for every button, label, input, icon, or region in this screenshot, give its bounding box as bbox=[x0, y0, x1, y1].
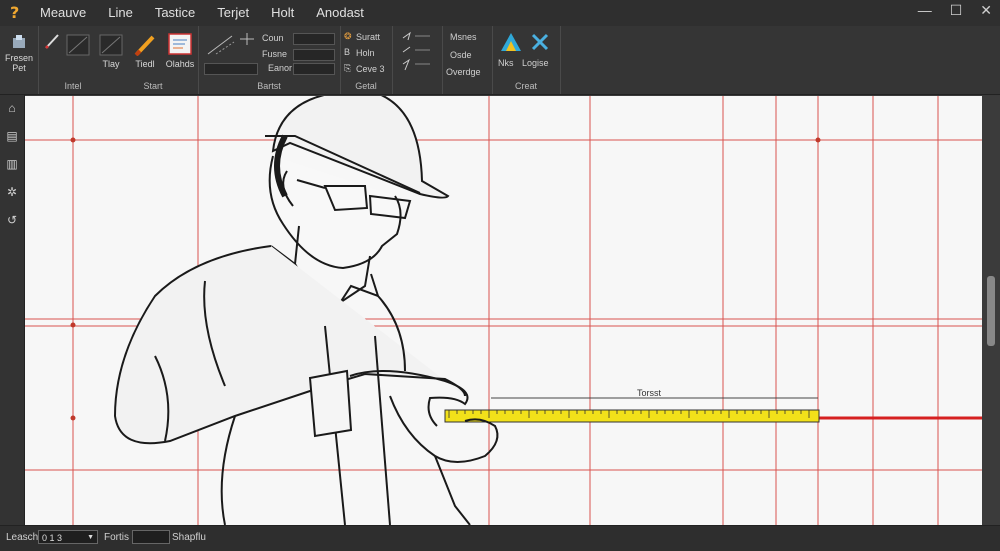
grid-icon bbox=[99, 34, 123, 56]
swatch-icon bbox=[66, 34, 90, 56]
form-field[interactable] bbox=[132, 530, 170, 544]
suratt-button[interactable]: Suratt bbox=[356, 32, 380, 42]
holn-button[interactable]: Holn bbox=[356, 48, 375, 58]
ribbon-group-icons bbox=[392, 26, 443, 94]
title-bar: ? Meauve Line Tastice Terjet Holt Anodas… bbox=[0, 0, 1000, 26]
swirl-icon[interactable]: ↺ bbox=[5, 213, 19, 227]
drawing-canvas[interactable]: Torsst bbox=[25, 96, 982, 525]
fresen-pet-label: Fresen Pet bbox=[4, 53, 33, 73]
coun-dropdown[interactable] bbox=[293, 33, 335, 45]
status-bar: Leasch 0 1 3 ▼ Fortis Shapflu bbox=[0, 525, 1000, 551]
length-label: Leasch bbox=[6, 532, 39, 543]
dimension-label: Torsst bbox=[637, 388, 662, 398]
move-icon bbox=[13, 35, 25, 48]
home-icon[interactable]: ⌂ bbox=[5, 101, 19, 115]
ribbon-group-3-label: Bartst bbox=[257, 81, 281, 91]
line-icon bbox=[207, 35, 235, 55]
ribbon-group-2: Tlay Tiedl Olahds Intel Start bbox=[38, 26, 199, 94]
menu-item-tastice[interactable]: Tastice bbox=[155, 5, 195, 20]
size-field[interactable] bbox=[204, 63, 258, 75]
menu-item-line[interactable]: Line bbox=[108, 5, 133, 20]
triangle-icon[interactable] bbox=[500, 32, 522, 52]
shape-tools-icon bbox=[402, 31, 430, 71]
gear-icon[interactable]: ✲ bbox=[5, 185, 19, 199]
window-controls: — ☐ ✕ bbox=[918, 2, 992, 19]
msnes-button[interactable]: Msnes bbox=[450, 32, 477, 42]
logise-button[interactable]: Logise bbox=[522, 58, 549, 68]
layers-icon[interactable]: ▤ bbox=[5, 129, 19, 143]
ribbon-group-2-label-left: Intel bbox=[64, 81, 82, 91]
menu-item-anodast[interactable]: Anodast bbox=[316, 5, 364, 20]
vertical-scrollbar[interactable] bbox=[982, 96, 1000, 525]
picture-icon bbox=[168, 33, 192, 55]
cross-small-icon bbox=[240, 33, 254, 45]
menu-bar: Meauve Line Tastice Terjet Holt Anodast bbox=[40, 5, 364, 20]
fusne-dropdown-label: Fusne bbox=[262, 49, 288, 59]
length-field[interactable]: 0 1 3 ▼ bbox=[38, 530, 98, 544]
ribbon-group-2-label-right: Start bbox=[143, 81, 163, 91]
scrollbar-thumb[interactable] bbox=[987, 276, 995, 346]
canvas-drawing: Torsst bbox=[25, 96, 982, 525]
ribbon-group-4: ❂ Suratt B Holn ⎘ Ceve 3 Getal bbox=[340, 26, 393, 94]
ribbon-group-4-label: Getal bbox=[355, 81, 377, 91]
fusne-dropdown[interactable] bbox=[293, 49, 335, 61]
ribbon-group-3: Coun Fusne Eanor Bartst bbox=[198, 26, 341, 94]
tlay-label: Tlay bbox=[102, 59, 120, 69]
ribbon-group-5: Msnes Osde Overdge bbox=[442, 26, 493, 94]
text-icon: B bbox=[344, 47, 351, 57]
menu-item-holt[interactable]: Holt bbox=[271, 5, 294, 20]
form-label: Fortis bbox=[104, 532, 129, 543]
stack-icon[interactable]: ▥ bbox=[5, 157, 19, 171]
tiedl-label: Tiedl bbox=[135, 59, 155, 69]
ribbon-group-1: Fresen Pet bbox=[0, 26, 39, 94]
font-icon[interactable]: ❂ bbox=[344, 31, 352, 42]
length-value: 0 1 3 bbox=[42, 533, 63, 543]
close-icon[interactable]: ✕ bbox=[980, 2, 992, 19]
minimize-icon[interactable]: — bbox=[918, 2, 932, 19]
olahds-button[interactable]: Olahds bbox=[164, 32, 196, 69]
chevron-down-icon: ▼ bbox=[87, 534, 94, 541]
pencil-icon bbox=[45, 34, 59, 49]
menu-item-terjet[interactable]: Terjet bbox=[217, 5, 249, 20]
brush-icon bbox=[134, 35, 155, 56]
ribbon-group-6-label: Creat bbox=[514, 81, 537, 91]
swatch-tool[interactable] bbox=[65, 34, 91, 59]
pencil-tool[interactable] bbox=[42, 32, 62, 53]
cross-icon[interactable] bbox=[530, 32, 550, 52]
overdge-button[interactable]: Overdge bbox=[446, 67, 481, 77]
copy-icon: ⎘ bbox=[344, 63, 352, 73]
olahds-label: Olahds bbox=[165, 59, 195, 69]
menu-item-meauve[interactable]: Meauve bbox=[40, 5, 86, 20]
left-toolbar: ⌂ ▤ ▥ ✲ ↺ bbox=[0, 95, 25, 525]
ribbon: Fresen Pet Tlay Tiedl Olahds Intel Start… bbox=[0, 26, 1000, 95]
app-icon[interactable]: ? bbox=[10, 3, 19, 22]
ceve-button[interactable]: Ceve 3 bbox=[356, 64, 385, 74]
osde-button[interactable]: Osde bbox=[450, 50, 472, 60]
maximize-icon[interactable]: ☐ bbox=[950, 2, 963, 19]
ribbon-group-6: Nks Logise Creat bbox=[492, 26, 561, 94]
coun-dropdown-label: Coun bbox=[262, 33, 284, 43]
nks-button[interactable]: Nks bbox=[498, 58, 514, 68]
extra-label: Shapflu bbox=[172, 532, 206, 543]
measuring-tape[interactable] bbox=[444, 409, 820, 423]
tlay-button[interactable]: Tlay bbox=[96, 34, 126, 69]
eanor-label: Eanor bbox=[268, 63, 293, 73]
fresen-pet-button[interactable]: Fresen Pet bbox=[3, 34, 35, 73]
eanor-dropdown[interactable] bbox=[293, 63, 335, 75]
tiedl-button[interactable]: Tiedl bbox=[130, 34, 160, 69]
worker-illustration bbox=[113, 96, 499, 525]
